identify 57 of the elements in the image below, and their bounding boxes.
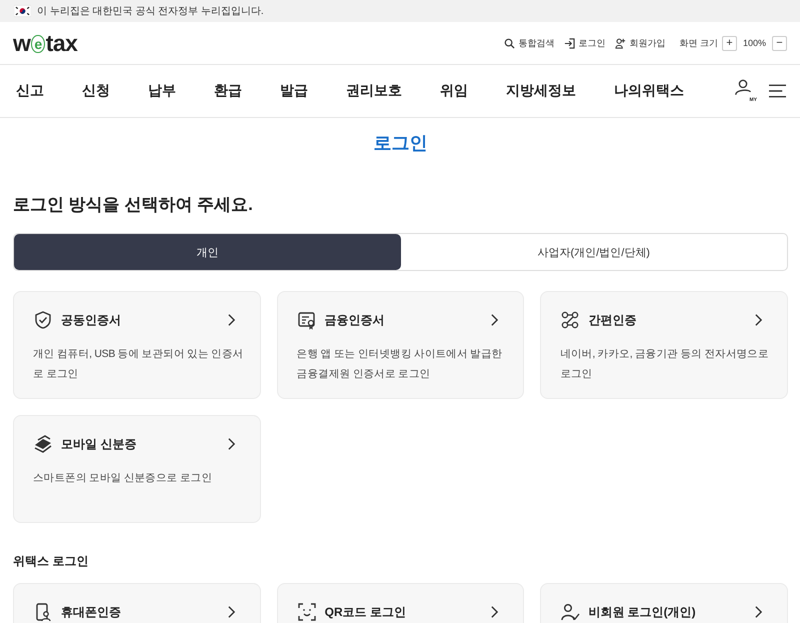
nav-item[interactable]: 신고 [16,82,44,100]
nav-item[interactable]: 권리보호 [346,82,402,100]
method-title: 비회원 로그인(개인) [588,604,697,620]
search-link[interactable]: 통합검색 [504,36,554,50]
zoom-label: 화면 크기 [679,36,718,50]
page-title: 로그인 [372,132,428,155]
chevron-right-icon [490,605,500,619]
shield-check-icon [33,310,53,330]
layers-icon [33,434,53,454]
method-title: 공동인증서 [61,312,122,328]
method-description: 개인 컴퓨터, USB 등에 보관되어 있는 인증서로 로그인 [33,347,244,382]
tab[interactable]: 개인 [14,234,400,270]
method-description: 스마트폰의 모바일 신분증으로 로그인 [33,471,214,486]
chevron-right-icon [226,605,236,619]
section-heading: 로그인 방식을 선택하여 주세요. [13,194,254,216]
flag-icon [14,5,31,17]
search-icon [504,38,516,48]
method-title: QR코드 로그인 [324,604,407,620]
nav-item[interactable]: 환급 [214,82,242,100]
menu-icon[interactable] [769,84,786,98]
chevron-right-icon [226,437,236,451]
login-method-card[interactable]: 비회원 로그인(개인) [540,583,788,623]
zoom-in-button[interactable]: + [722,36,737,50]
zoom-out-button[interactable]: − [772,36,787,50]
method-title: 금융인증서 [324,312,386,328]
login-method-card[interactable]: 모바일 신분증 스마트폰의 모바일 신분증으로 로그인 [13,415,261,523]
method-title: 휴대폰인증 [61,604,122,620]
nav-item[interactable]: 발급 [280,82,308,100]
login-method-card[interactable]: QR코드 로그인 [276,583,524,623]
user-check-icon [560,602,580,622]
chevron-right-icon [490,313,500,327]
signup-link[interactable]: 회원가입 [615,36,666,50]
login-link[interactable]: 로그인 [564,36,606,50]
login-arrow-icon [564,38,576,48]
login-method-card[interactable]: 휴대폰인증 [13,583,261,623]
method-title: 모바일 신분증 [61,436,138,452]
government-notice: 이 누리집은 대한민국 공식 전자정부 누리집입니다. [37,5,264,18]
nav-item[interactable]: 나의위택스 [614,82,684,100]
chevron-right-icon [226,313,236,327]
method-title: 간편인증 [588,312,638,328]
link-nodes-icon [560,310,580,330]
login-method-card[interactable]: 금융인증서 은행 앱 또는 인터넷뱅킹 사이트에서 발급한 금융결제원 인증서로 로그인 [276,291,524,399]
nav-item[interactable]: 신청 [82,82,110,100]
chevron-right-icon [754,313,763,327]
nav-item[interactable]: 납부 [148,82,176,100]
method-description: 네이버, 카카오, 금융기관 등의 전자서명으로 로그인 [560,347,770,382]
login-method-card[interactable]: 공동인증서 개인 컴퓨터, USB 등에 보관되어 있는 인증서로 로그인 [13,291,261,399]
nav-item[interactable]: 위임 [440,82,468,100]
face-scan-icon [296,602,317,622]
certificate-icon [296,310,317,330]
chevron-right-icon [754,605,763,619]
method-description: 은행 앱 또는 인터넷뱅킹 사이트에서 발급한 금융결제원 인증서로 로그인 [296,347,504,382]
add-user-icon [615,38,626,48]
zoom-value: 100% [742,38,766,48]
nav-item[interactable]: 지방세정보 [506,82,576,100]
section-title: 위택스 로그인 [13,553,90,570]
login-method-card[interactable]: 간편인증 네이버, 카카오, 금융기관 등의 전자서명으로 로그인 [540,291,788,399]
